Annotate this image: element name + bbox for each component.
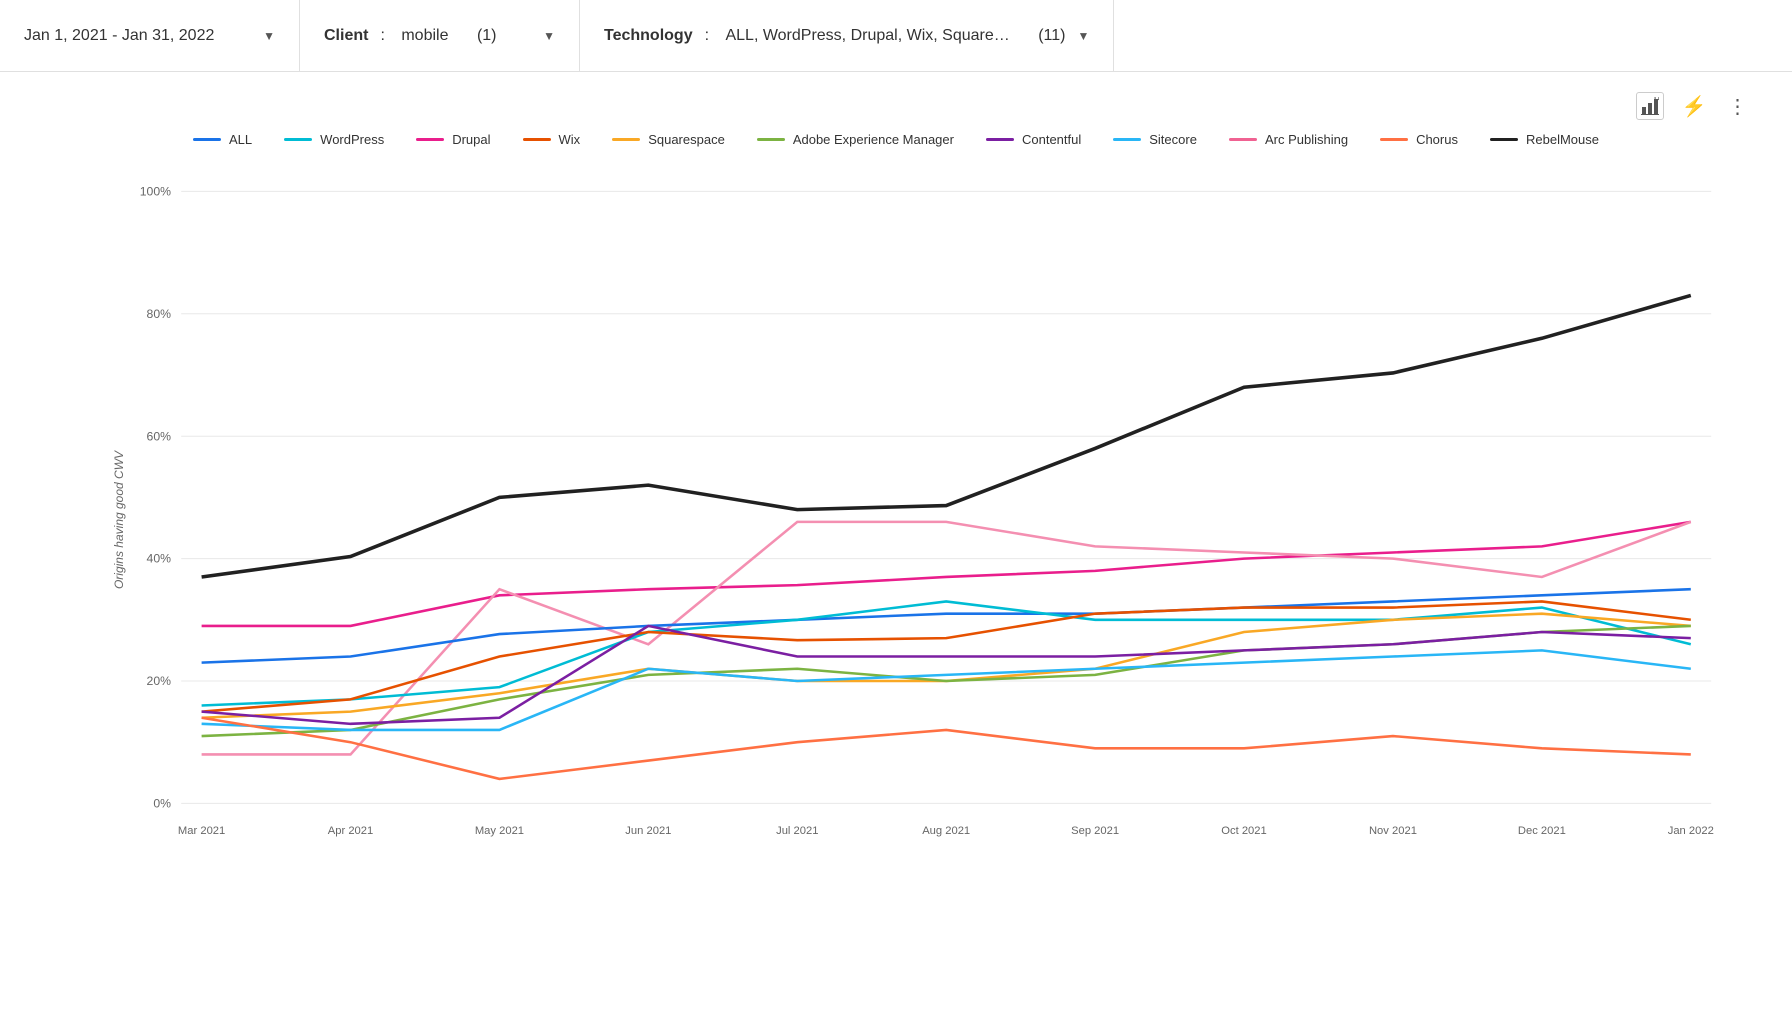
svg-text:Oct 2021: Oct 2021 [1221,825,1266,837]
legend-item-sitecore[interactable]: Sitecore [1113,132,1197,147]
technology-value: ALL, WordPress, Drupal, Wix, Square… [725,27,1009,45]
svg-text:May 2021: May 2021 [475,825,524,837]
technology-filter[interactable]: Technology: ALL, WordPress, Drupal, Wix,… [580,0,1114,71]
date-range-filter[interactable]: Jan 1, 2021 - Jan 31, 2022 ▼ [0,0,300,71]
date-range-arrow: ▼ [263,29,275,43]
legend-label: Squarespace [648,132,725,147]
line-chorus [202,718,1691,779]
line-drupal [202,522,1691,626]
legend-item-all[interactable]: ALL [193,132,252,147]
legend-label: Arc Publishing [1265,132,1348,147]
legend-label: Contentful [1022,132,1081,147]
svg-text:40%: 40% [147,552,172,566]
chart-svg-wrapper: 100% 80% 60% 40% 20% 0% Mar 2021 Apr 202… [120,171,1752,870]
legend-item-arc-publishing[interactable]: Arc Publishing [1229,132,1348,147]
line-squarespace [202,614,1691,718]
client-value: mobile [401,27,448,45]
svg-text:Dec 2021: Dec 2021 [1518,825,1566,837]
chart-area: Origins having good CWV 100% 80% 60% 40%… [120,171,1752,870]
legend-label: Adobe Experience Manager [793,132,954,147]
line-sitecore [202,650,1691,730]
svg-text:Nov 2021: Nov 2021 [1369,825,1417,837]
client-count: (1) [477,27,497,45]
legend-item-adobe-experience-manager[interactable]: Adobe Experience Manager [757,132,954,147]
legend-item-wix[interactable]: Wix [523,132,581,147]
svg-text:Sep 2021: Sep 2021 [1071,825,1119,837]
top-bar: Jan 1, 2021 - Jan 31, 2022 ▼ Client: mob… [0,0,1792,72]
client-arrow: ▼ [543,29,555,43]
legend-item-contentful[interactable]: Contentful [986,132,1081,147]
svg-text:60%: 60% [147,429,172,443]
svg-text:Aug 2021: Aug 2021 [922,825,970,837]
svg-text:Jul 2021: Jul 2021 [776,825,818,837]
legend-item-drupal[interactable]: Drupal [416,132,490,147]
svg-text:Jun 2021: Jun 2021 [625,825,671,837]
svg-text:Jan 2022: Jan 2022 [1668,825,1714,837]
toolbar: ⚡ ⋮ [40,92,1752,120]
bolt-icon[interactable]: ⚡ [1680,92,1708,120]
client-label: Client [324,27,368,45]
legend-label: Wix [559,132,581,147]
client-filter[interactable]: Client: mobile (1) ▼ [300,0,580,71]
svg-text:100%: 100% [140,184,171,198]
legend-item-wordpress[interactable]: WordPress [284,132,384,147]
legend-item-chorus[interactable]: Chorus [1380,132,1458,147]
legend-label: ALL [229,132,252,147]
legend-label: Drupal [452,132,490,147]
chart-legend: ALL WordPress Drupal Wix Squarespace Adobe Ex… [40,132,1752,147]
technology-label: Technology [604,27,693,45]
technology-arrow: ▼ [1077,29,1089,43]
more-options-icon[interactable]: ⋮ [1724,92,1752,120]
svg-text:Apr 2021: Apr 2021 [328,825,373,837]
svg-text:0%: 0% [153,796,171,810]
svg-text:Mar 2021: Mar 2021 [178,825,225,837]
svg-text:80%: 80% [147,307,172,321]
legend-label: WordPress [320,132,384,147]
technology-count: (11) [1038,27,1065,45]
date-range-label: Jan 1, 2021 - Jan 31, 2022 [24,27,214,45]
chart-svg: 100% 80% 60% 40% 20% 0% Mar 2021 Apr 202… [120,171,1752,865]
chart-container: ⚡ ⋮ ALL WordPress Drupal Wix Squarespace Adob… [0,72,1792,910]
legend-label: Sitecore [1149,132,1197,147]
svg-text:20%: 20% [147,674,172,688]
legend-label: Chorus [1416,132,1458,147]
legend-label: RebelMouse [1526,132,1599,147]
legend-item-rebelmouse[interactable]: RebelMouse [1490,132,1599,147]
chart-type-icon[interactable] [1636,92,1664,120]
legend-item-squarespace[interactable]: Squarespace [612,132,725,147]
